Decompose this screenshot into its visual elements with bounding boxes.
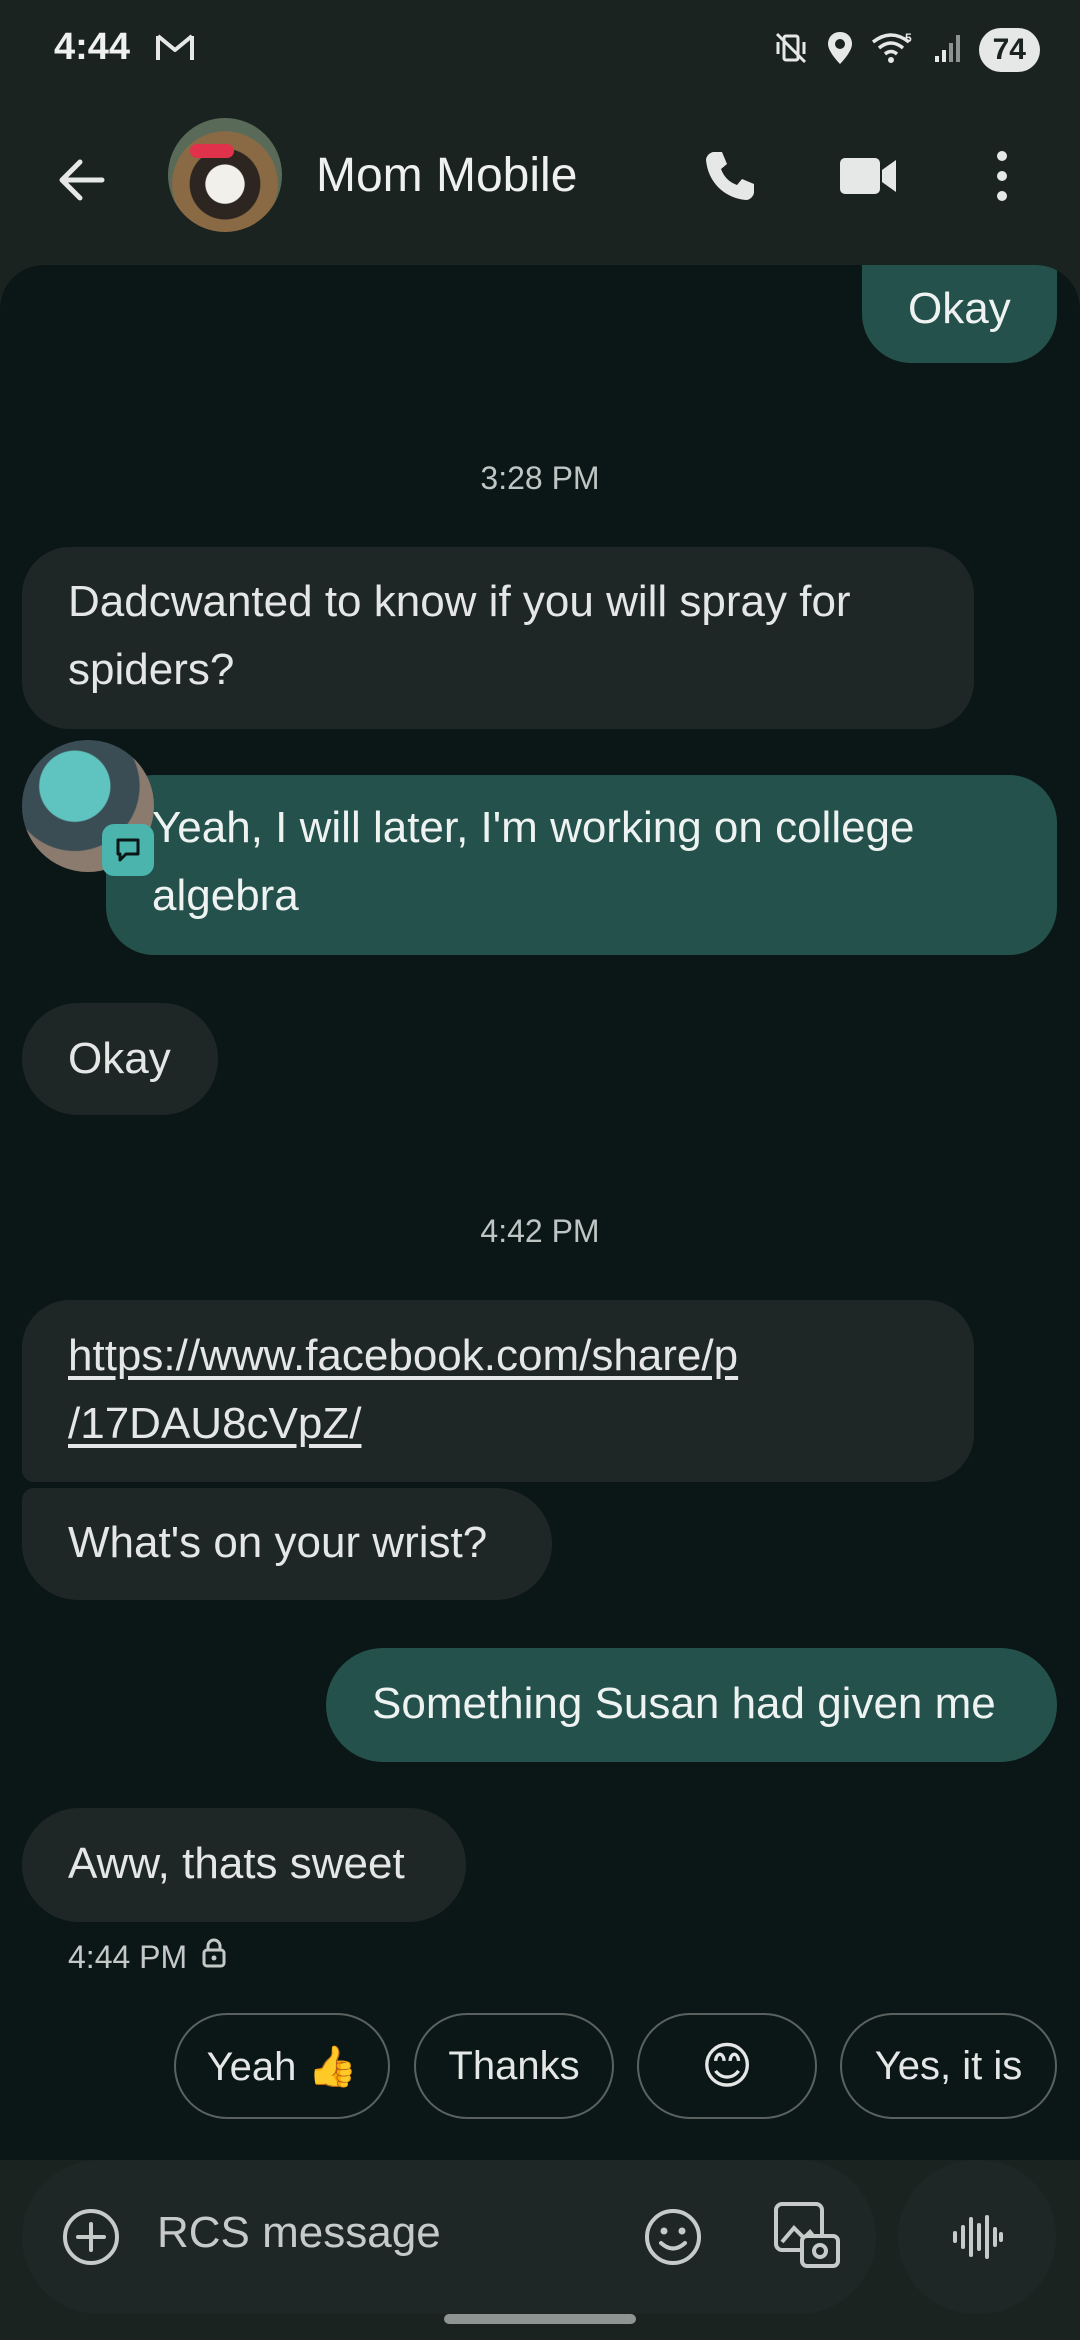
message-list[interactable]: Okay 3:28 PM Dadcwanted to know if you w…: [0, 265, 1080, 2160]
voice-icon[interactable]: [898, 2160, 1056, 2314]
message-bubble-incoming[interactable]: Dadcwanted to know if you will spray for…: [22, 547, 974, 729]
gesture-nav-bar[interactable]: [444, 2314, 636, 2324]
battery-icon: 74: [978, 28, 1040, 72]
gmail-icon: [155, 32, 195, 69]
add-circle-icon[interactable]: [60, 2206, 122, 2273]
status-bar: 4:44 5 74: [0, 0, 1080, 100]
smart-reply-chip[interactable]: 😊: [637, 2013, 817, 2119]
status-time: 4:44: [54, 26, 131, 68]
message-bubble-incoming[interactable]: What's on your wrist?: [22, 1488, 552, 1600]
message-bubble-outgoing[interactable]: Something Susan had given me: [326, 1648, 1057, 1762]
emoji-icon[interactable]: [642, 2206, 704, 2273]
more-vert-icon[interactable]: [984, 146, 1020, 211]
compose-bar[interactable]: RCS message: [22, 2160, 876, 2314]
timestamp: 3:28 PM: [480, 460, 600, 496]
gallery-icon[interactable]: [772, 2200, 842, 2277]
lock-icon: [201, 1937, 227, 1977]
video-call-icon[interactable]: [836, 146, 900, 211]
location-icon: [825, 30, 855, 71]
vibrate-off-icon: [773, 30, 809, 71]
contact-avatar[interactable]: [168, 118, 282, 232]
smart-reply-chip[interactable]: Thanks: [414, 2013, 614, 2119]
timestamp: 4:42 PM: [480, 1213, 600, 1249]
message-bubble-outgoing[interactable]: Okay: [862, 265, 1057, 363]
message-bubble-incoming[interactable]: https://www.facebook.com/share/p /17DAU8…: [22, 1300, 974, 1482]
signal-icon: [933, 32, 963, 69]
smart-reply-chip[interactable]: Yeah 👍: [174, 2013, 390, 2119]
message-bubble-incoming[interactable]: Aww, thats sweet: [22, 1808, 466, 1922]
conversation-header: Mom Mobile: [0, 100, 1080, 265]
wifi-5g-icon: 5: [871, 30, 917, 71]
message-input[interactable]: RCS message: [157, 2208, 441, 2258]
phone-icon[interactable]: [700, 146, 760, 211]
rcs-chat-icon: [102, 824, 154, 876]
message-link[interactable]: /17DAU8cVpZ/: [68, 1390, 974, 1458]
back-arrow-icon[interactable]: [50, 148, 114, 212]
message-bubble-incoming[interactable]: Okay: [22, 1003, 218, 1115]
message-link[interactable]: https://www.facebook.com/share/p: [68, 1322, 974, 1390]
message-bubble-outgoing[interactable]: Yeah, I will later, I'm working on colle…: [106, 775, 1057, 955]
sender-avatar: [22, 740, 154, 876]
contact-name[interactable]: Mom Mobile: [316, 148, 577, 203]
smart-reply-chip[interactable]: Yes, it is: [840, 2013, 1057, 2119]
svg-text:5: 5: [905, 31, 912, 45]
message-status: 4:44 PM: [68, 1937, 227, 1977]
